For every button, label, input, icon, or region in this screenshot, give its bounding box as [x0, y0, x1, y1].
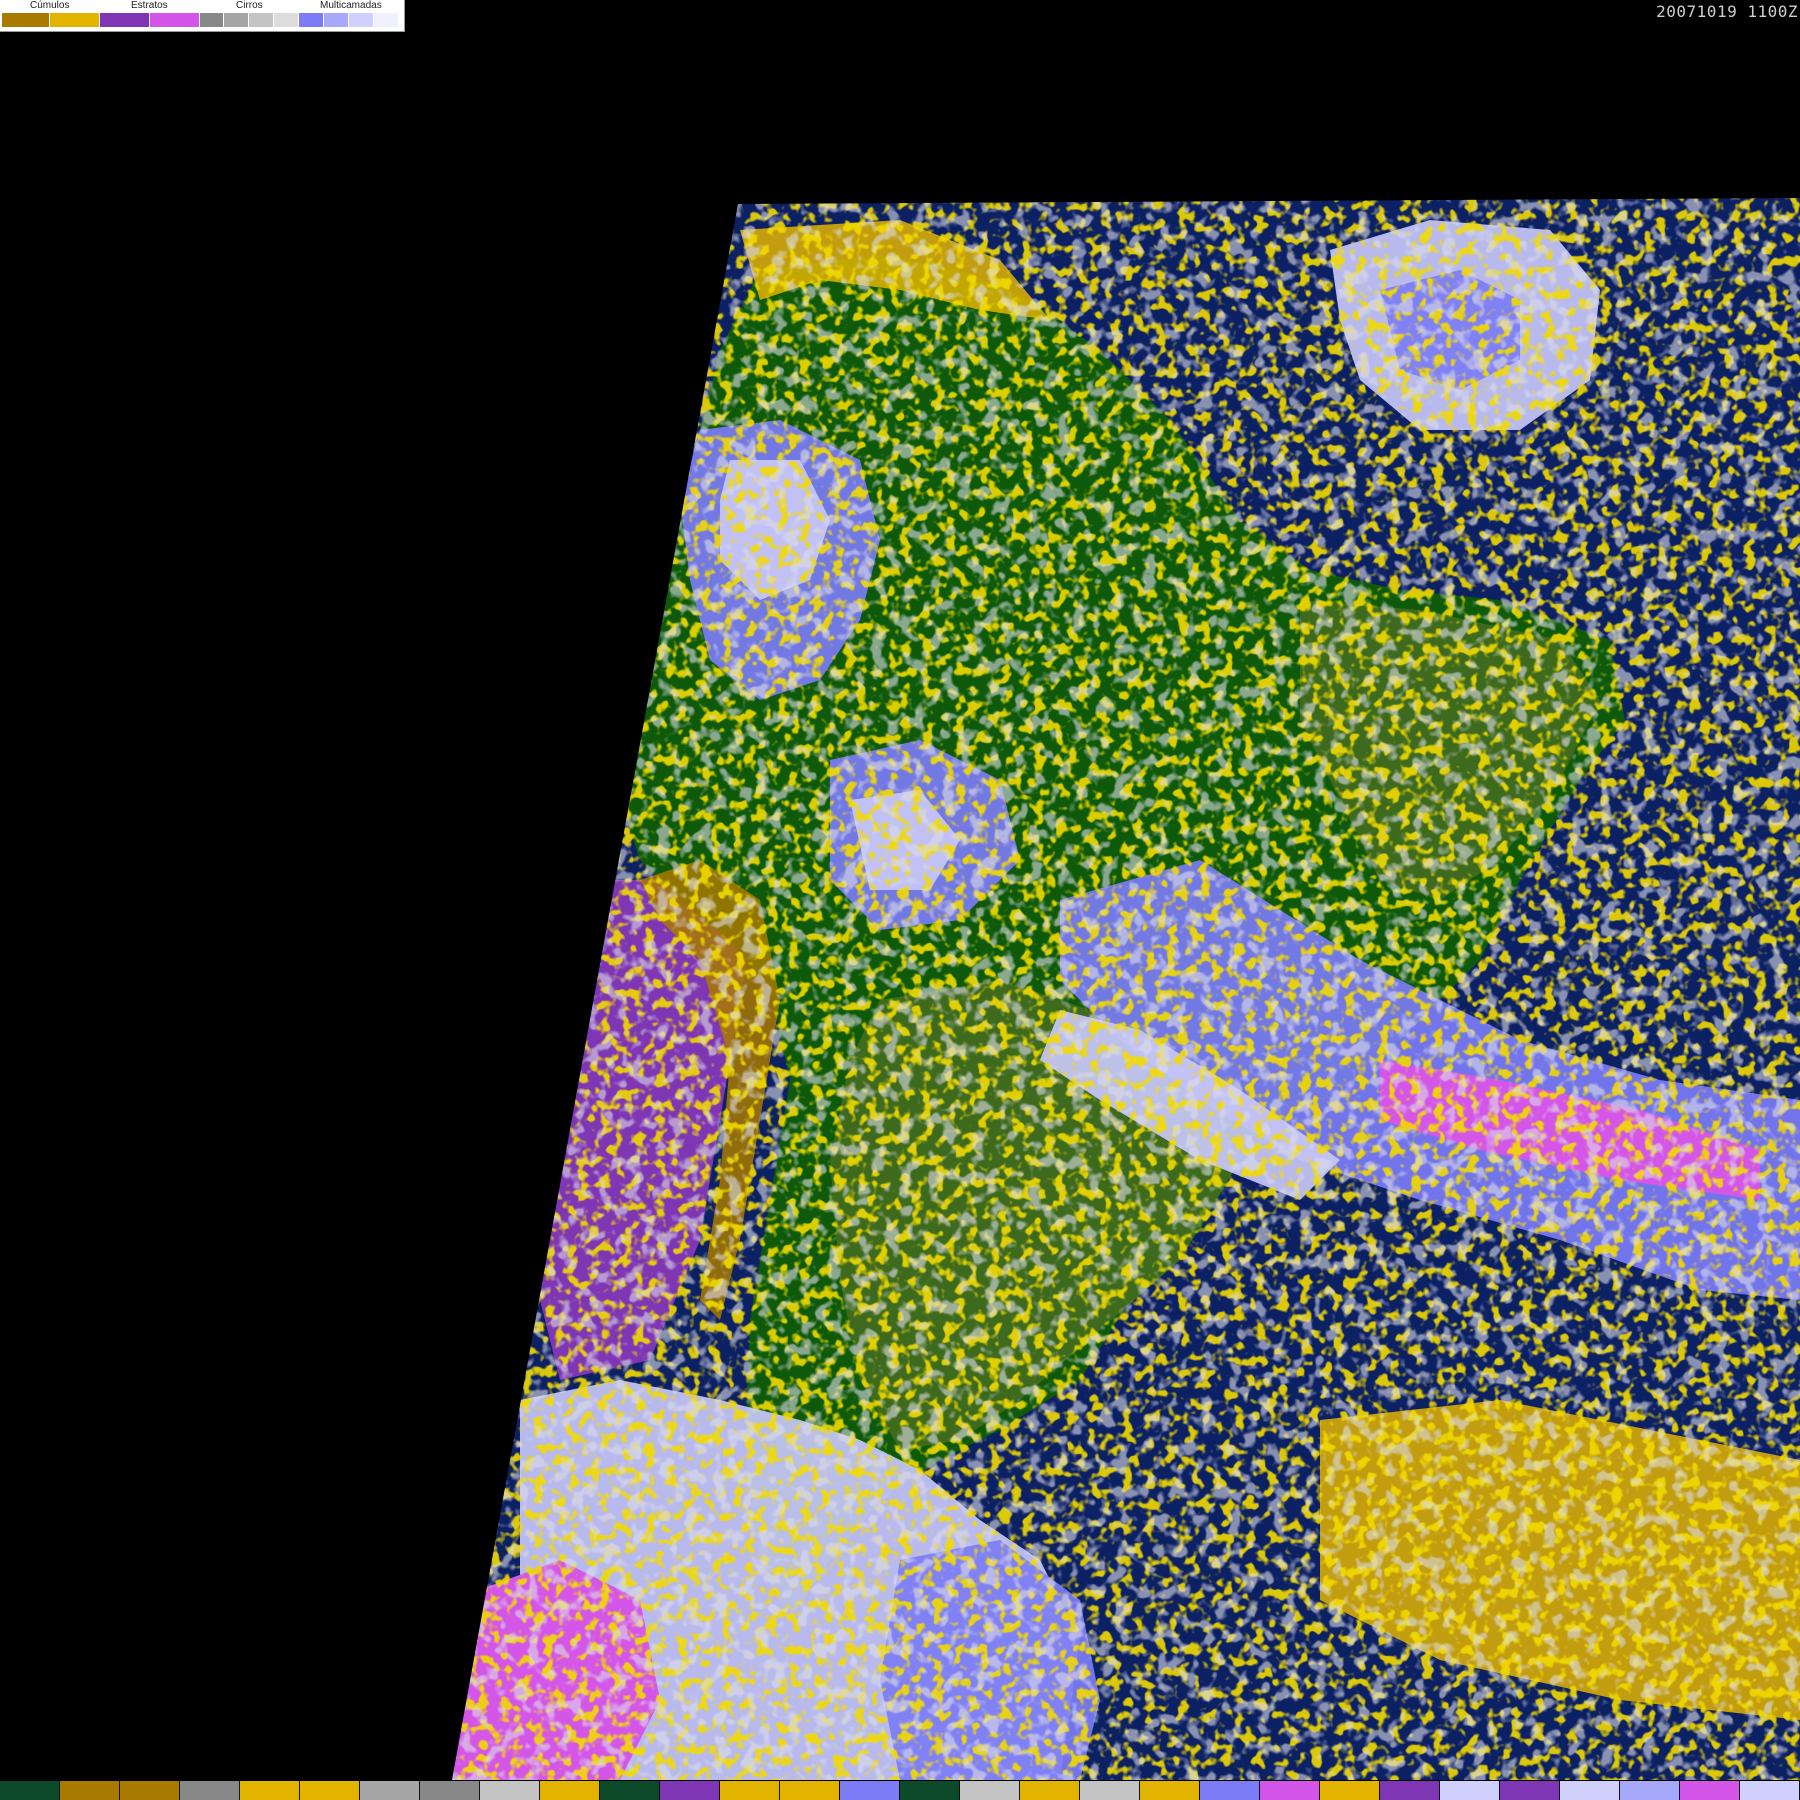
legend-swatch — [224, 13, 249, 27]
legend-swatch — [274, 13, 299, 27]
color-bar-cell — [1740, 1781, 1800, 1800]
color-bar-cell — [180, 1781, 240, 1800]
legend-group-labels: Cúmulos Estratos Cirros Multicamadas — [0, 0, 404, 12]
color-bar-cell — [780, 1781, 840, 1800]
legend-swatch — [50, 13, 100, 27]
satellite-cloud-classification-map — [0, 0, 1800, 1780]
bottom-color-bar — [0, 1781, 1800, 1800]
legend-swatch — [249, 13, 274, 27]
color-bar-cell — [300, 1781, 360, 1800]
legend-swatch — [100, 13, 150, 27]
color-bar-cell — [1620, 1781, 1680, 1800]
color-bar-cell — [1380, 1781, 1440, 1800]
color-bar-cell — [1500, 1781, 1560, 1800]
legend-label-multicamadas: Multicamadas — [320, 0, 382, 11]
color-bar-cell — [1020, 1781, 1080, 1800]
color-bar-cell — [420, 1781, 480, 1800]
legend-swatch — [2, 13, 50, 27]
color-bar-cell — [1080, 1781, 1140, 1800]
color-bar-cell — [1260, 1781, 1320, 1800]
legend-label-estratos: Estratos — [131, 0, 168, 11]
color-bar-cell — [1560, 1781, 1620, 1800]
color-bar-cell — [660, 1781, 720, 1800]
color-bar-cell — [360, 1781, 420, 1800]
color-bar-cell — [480, 1781, 540, 1800]
color-bar-cell — [1200, 1781, 1260, 1800]
color-bar-cell — [240, 1781, 300, 1800]
color-bar-cell — [1680, 1781, 1740, 1800]
color-bar-cell — [0, 1781, 60, 1800]
color-bar-cell — [1140, 1781, 1200, 1800]
color-bar-cell — [60, 1781, 120, 1800]
color-bar-cell — [720, 1781, 780, 1800]
image-timestamp: 20071019 1100Z — [1656, 2, 1798, 21]
color-bar-cell — [540, 1781, 600, 1800]
color-bar-cell — [1320, 1781, 1380, 1800]
legend-label-cumulos: Cúmulos — [30, 0, 70, 11]
legend-swatch — [200, 13, 224, 27]
color-bar-cell — [960, 1781, 1020, 1800]
legend-swatch — [374, 13, 399, 27]
legend-swatch — [299, 13, 324, 27]
color-bar-cell — [120, 1781, 180, 1800]
legend-swatches — [2, 13, 399, 27]
color-bar-cell — [600, 1781, 660, 1800]
legend-swatch — [150, 13, 200, 27]
color-bar-cell — [900, 1781, 960, 1800]
cloud-type-legend: Cúmulos Estratos Cirros Multicamadas — [0, 0, 405, 32]
legend-swatch — [349, 13, 374, 27]
color-bar-cell — [840, 1781, 900, 1800]
legend-swatch — [324, 13, 349, 27]
legend-label-cirros: Cirros — [236, 0, 263, 11]
color-bar-cell — [1440, 1781, 1500, 1800]
